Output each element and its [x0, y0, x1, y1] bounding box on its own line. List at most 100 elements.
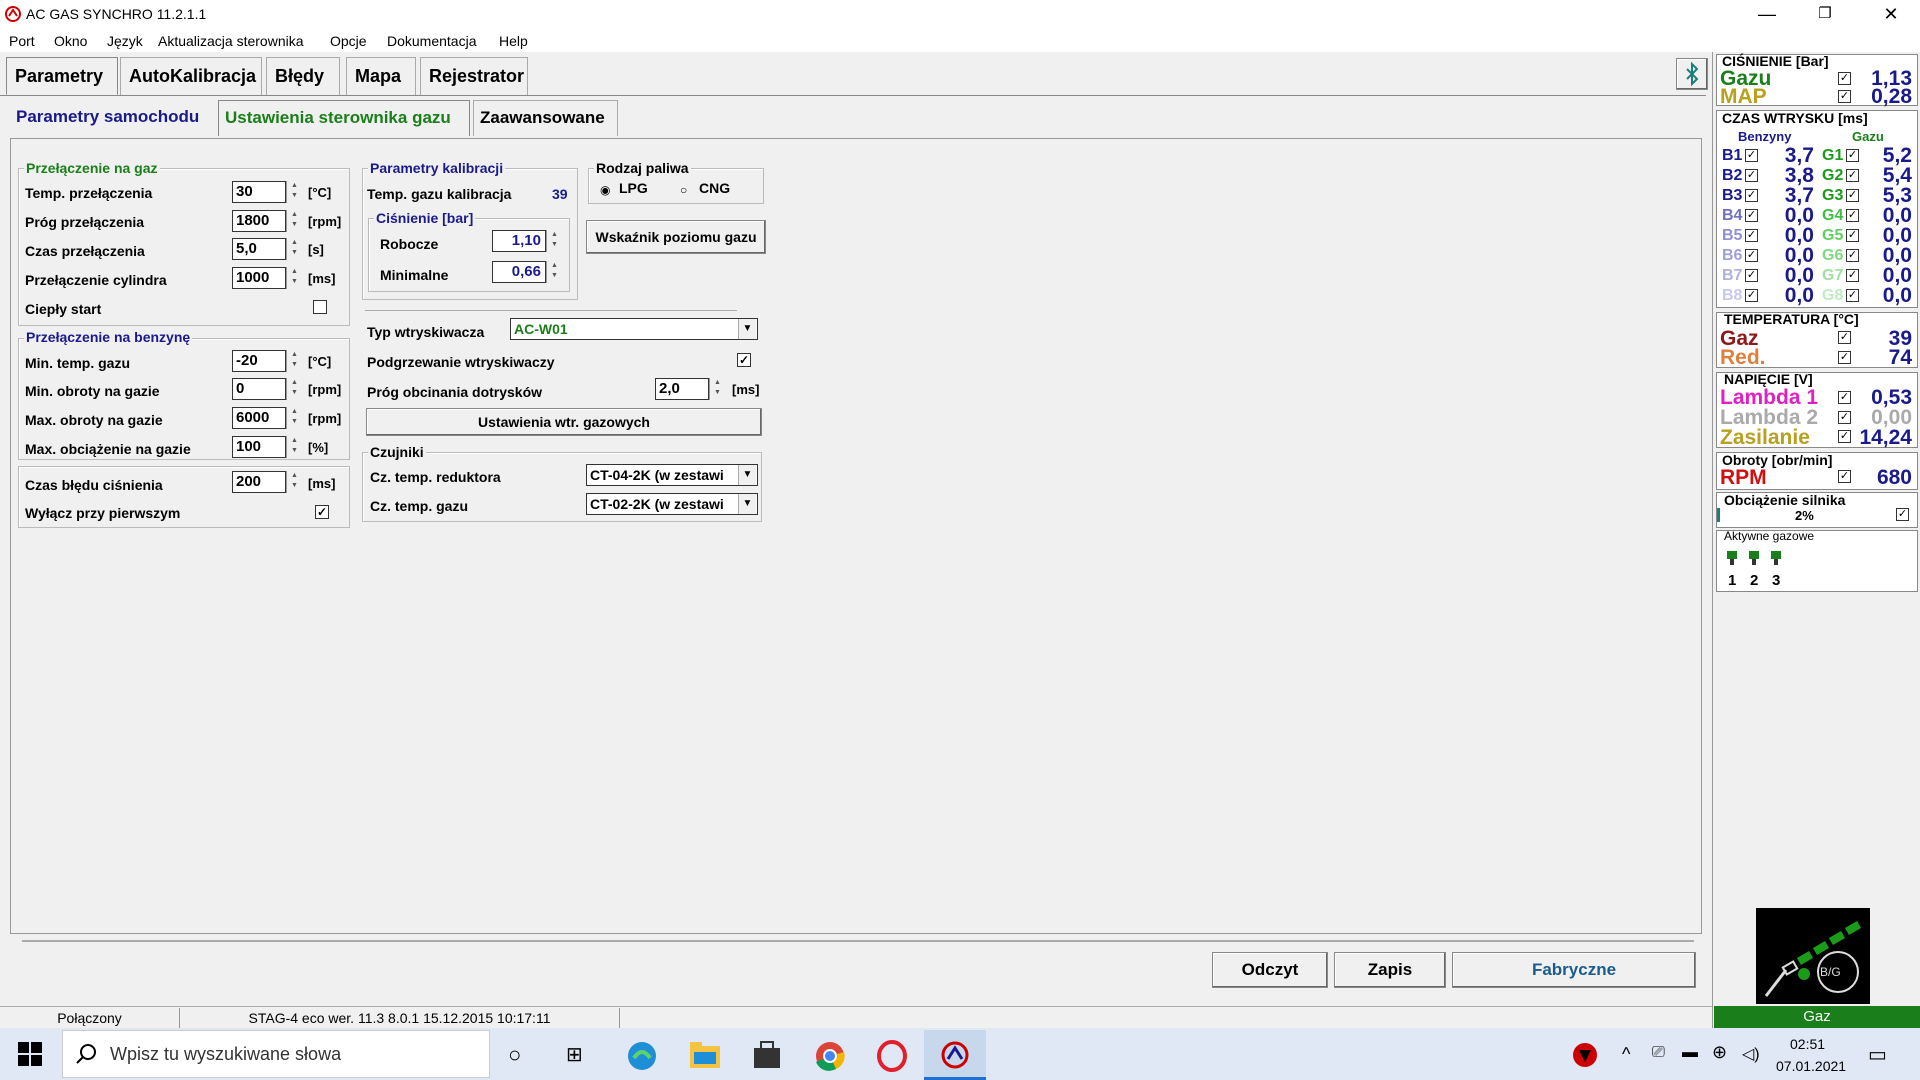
- write-button[interactable]: Zapis: [1334, 952, 1446, 988]
- max-load-gas-stepper[interactable]: ▲ ▼: [286, 436, 302, 458]
- gas-pressure-checkbox[interactable]: ✓: [1838, 72, 1851, 85]
- rpm-checkbox[interactable]: ✓: [1838, 470, 1851, 483]
- tab-mapa[interactable]: Mapa: [346, 57, 416, 95]
- subtab-zaawansowane[interactable]: Zaawansowane: [473, 100, 618, 136]
- map-checkbox[interactable]: ✓: [1838, 90, 1851, 103]
- tab-autokalibracja[interactable]: AutoKalibracja: [120, 57, 262, 95]
- warm-start-checkbox[interactable]: [313, 300, 327, 314]
- menu-aktualizacja[interactable]: Aktualizacja sterownika: [158, 33, 304, 49]
- max-rpm-gas-input[interactable]: 6000: [232, 407, 286, 429]
- fuel-switch-widget[interactable]: B/G: [1756, 908, 1870, 1004]
- menu-dokumentacja[interactable]: Dokumentacja: [387, 33, 477, 49]
- tray-devices-icon[interactable]: ⎚: [1652, 1044, 1665, 1062]
- gas-level-button[interactable]: Wskaźnik poziomu gazu: [586, 220, 766, 254]
- switch-time-input[interactable]: 5,0: [232, 238, 286, 260]
- temp-gas-checkbox[interactable]: ✓: [1838, 331, 1851, 344]
- gas-injector-4-checkbox[interactable]: ✓: [1846, 209, 1859, 222]
- switch-threshold-stepper[interactable]: ▲ ▼: [286, 210, 302, 232]
- tab-rejestrator[interactable]: Rejestrator: [420, 57, 528, 95]
- network-icon[interactable]: ⊕: [1712, 1042, 1727, 1063]
- min-rpm-gas-stepper[interactable]: ▲ ▼: [286, 378, 302, 400]
- cylinder-switch-input[interactable]: 1000: [232, 267, 286, 289]
- subtab-ustawienia-sterownika[interactable]: Ustawienia sterownika gazu: [218, 100, 470, 136]
- gas-injector-3-checkbox[interactable]: ✓: [1846, 189, 1859, 202]
- switch-time-stepper[interactable]: ▲ ▼: [286, 238, 302, 260]
- close-button[interactable]: ✕: [1862, 0, 1920, 30]
- petrol-injector-7-checkbox[interactable]: ✓: [1745, 269, 1758, 282]
- min-gas-temp-stepper[interactable]: ▲ ▼: [286, 350, 302, 372]
- switch-temp-stepper[interactable]: ▲ ▼: [286, 181, 302, 203]
- reducer-temp-select[interactable]: CT-04-2K (w zestawi: [586, 464, 758, 486]
- clock-date[interactable]: 07.01.2021: [1776, 1058, 1846, 1074]
- cylinder-switch-stepper[interactable]: ▲ ▼: [286, 267, 302, 289]
- engine-load-checkbox[interactable]: ✓: [1896, 508, 1909, 521]
- minimize-button[interactable]: —: [1738, 0, 1796, 30]
- tray-chevron-up-icon[interactable]: ^: [1622, 1044, 1630, 1065]
- gas-injector-2-checkbox[interactable]: ✓: [1846, 169, 1859, 182]
- lpg-radio[interactable]: ◉: [600, 183, 610, 197]
- tab-bledy[interactable]: Błędy: [266, 57, 340, 95]
- min-gas-temp-input[interactable]: -20: [232, 350, 286, 372]
- petrol-injector-8-checkbox[interactable]: ✓: [1745, 289, 1758, 302]
- read-button[interactable]: Odczyt: [1212, 952, 1328, 988]
- menu-port[interactable]: Port: [9, 33, 35, 49]
- petrol-injector-2-checkbox[interactable]: ✓: [1745, 169, 1758, 182]
- menu-jezyk[interactable]: Język: [107, 33, 143, 49]
- menu-okno[interactable]: Okno: [54, 33, 87, 49]
- gas-injector-8-checkbox[interactable]: ✓: [1846, 289, 1859, 302]
- petrol-injector-1-checkbox[interactable]: ✓: [1745, 149, 1758, 162]
- injector-heating-checkbox[interactable]: ✓: [737, 353, 751, 367]
- petrol-injector-4-checkbox[interactable]: ✓: [1745, 209, 1758, 222]
- pressure-error-stepper[interactable]: ▲ ▼: [286, 471, 302, 493]
- max-rpm-gas-stepper[interactable]: ▲ ▼: [286, 407, 302, 429]
- opera-icon[interactable]: [876, 1040, 908, 1075]
- injector-type-select[interactable]: AC-W01: [510, 318, 758, 340]
- cng-radio[interactable]: ○: [680, 183, 687, 197]
- lambda1-checkbox[interactable]: ✓: [1838, 391, 1851, 404]
- switch-temp-input[interactable]: 30: [232, 181, 286, 203]
- factory-button[interactable]: Fabryczne: [1452, 952, 1696, 988]
- petrol-injector-3-checkbox[interactable]: ✓: [1745, 189, 1758, 202]
- min-rpm-gas-input[interactable]: 0: [232, 378, 286, 400]
- gas-injector-7-checkbox[interactable]: ✓: [1846, 269, 1859, 282]
- disable-first-checkbox[interactable]: ✓: [315, 505, 329, 519]
- min-pressure-input[interactable]: 0,66: [492, 261, 546, 283]
- subtab-parametry-samochodu[interactable]: Parametry samochodu: [10, 100, 215, 136]
- pressure-error-input[interactable]: 200: [232, 471, 286, 493]
- gas-injector-6-checkbox[interactable]: ✓: [1846, 249, 1859, 262]
- min-pressure-stepper[interactable]: ▲ ▼: [546, 261, 562, 283]
- gas-temp-sensor-select[interactable]: CT-02-2K (w zestawi: [586, 493, 758, 515]
- chrome-icon[interactable]: [814, 1040, 846, 1075]
- gas-injector-settings-button[interactable]: Ustawienia wtr. gazowych: [366, 408, 762, 436]
- store-icon[interactable]: [752, 1040, 782, 1073]
- menu-help[interactable]: Help: [499, 33, 528, 49]
- max-load-gas-input[interactable]: 100: [232, 436, 286, 458]
- reducer-temp-dropdown-icon[interactable]: ▼: [738, 465, 756, 485]
- antivirus-tray-icon[interactable]: [1572, 1042, 1598, 1071]
- clock-time[interactable]: 02:51: [1790, 1036, 1825, 1052]
- injector-type-dropdown-icon[interactable]: ▼: [738, 319, 756, 339]
- petrol-injector-5-checkbox[interactable]: ✓: [1745, 229, 1758, 242]
- menu-opcje[interactable]: Opcje: [330, 33, 367, 49]
- edge-icon[interactable]: [626, 1040, 658, 1075]
- switch-threshold-input[interactable]: 1800: [232, 210, 286, 232]
- lambda2-checkbox[interactable]: ✓: [1838, 411, 1851, 424]
- tab-parametry[interactable]: Parametry: [6, 57, 118, 95]
- gas-temp-sensor-dropdown-icon[interactable]: ▼: [738, 494, 756, 514]
- notifications-icon[interactable]: ▭: [1868, 1042, 1887, 1067]
- petrol-injector-6-checkbox[interactable]: ✓: [1745, 249, 1758, 262]
- gas-injector-1-checkbox[interactable]: ✓: [1846, 149, 1859, 162]
- working-pressure-input[interactable]: 1,10: [492, 230, 546, 252]
- working-pressure-stepper[interactable]: ▲ ▼: [546, 230, 562, 252]
- restore-button[interactable]: ❐: [1796, 0, 1854, 30]
- battery-icon[interactable]: ▬: [1682, 1044, 1698, 1062]
- timeline-icon[interactable]: ⊞: [566, 1042, 583, 1067]
- supply-checkbox[interactable]: ✓: [1838, 430, 1851, 443]
- start-button[interactable]: [18, 1042, 42, 1069]
- bluetooth-button[interactable]: [1676, 58, 1708, 90]
- file-explorer-icon[interactable]: [690, 1042, 720, 1071]
- gas-injector-5-checkbox[interactable]: ✓: [1846, 229, 1859, 242]
- volume-icon[interactable]: ◁): [1742, 1044, 1760, 1064]
- cutoff-input[interactable]: 2,0: [655, 378, 709, 400]
- cutoff-stepper[interactable]: ▲ ▼: [709, 378, 725, 400]
